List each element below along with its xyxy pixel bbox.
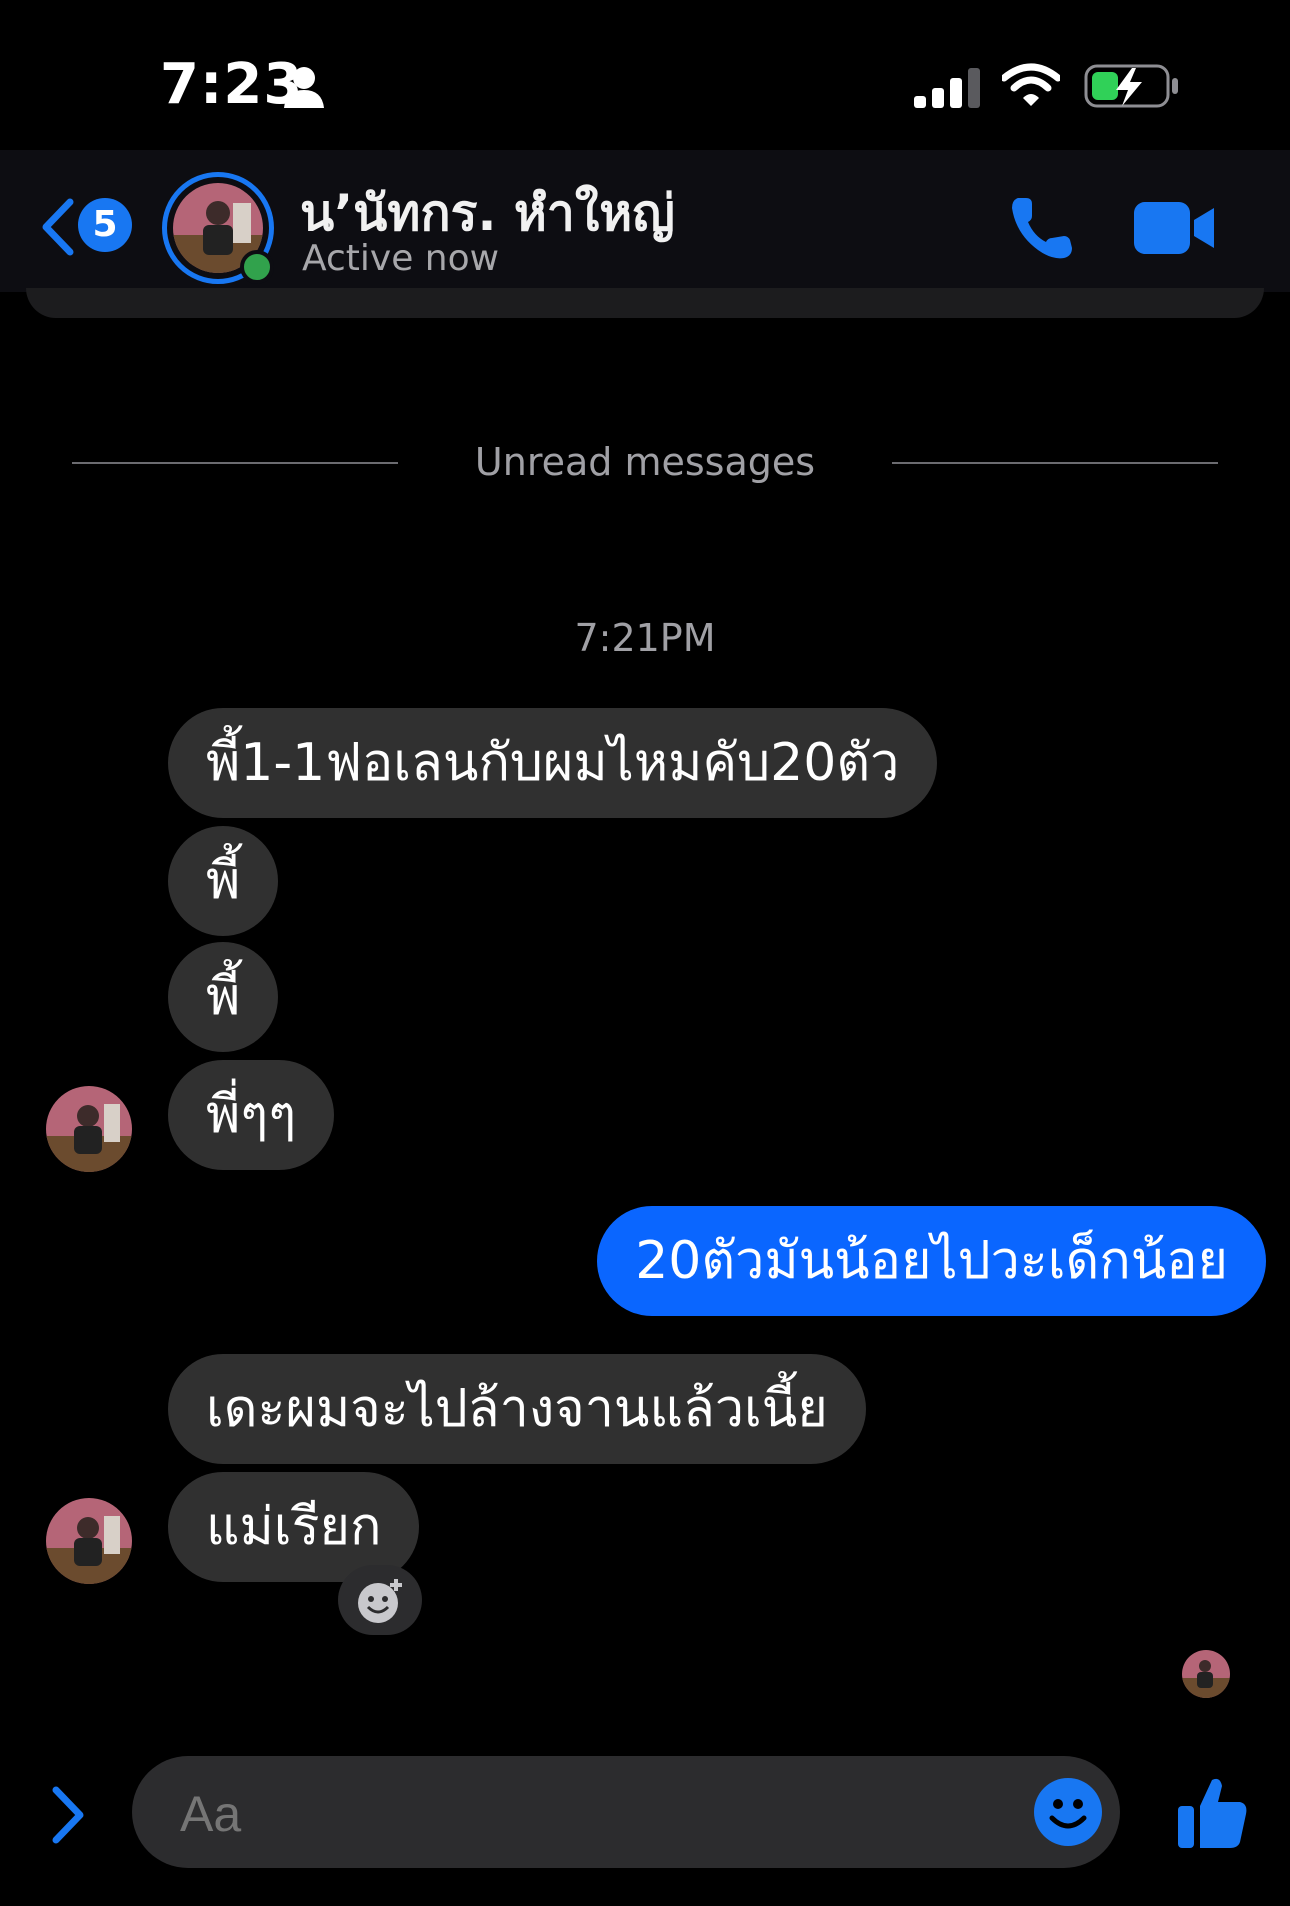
add-reaction-icon xyxy=(358,1579,402,1623)
header-bottom-edge xyxy=(26,288,1264,318)
chevron-left-icon[interactable] xyxy=(38,198,78,256)
status-time: 7:23 xyxy=(160,52,304,117)
incoming-message[interactable]: พี้1-1ฟอเลนกับผมไหมคับ20ตัว xyxy=(168,708,938,818)
seen-receipt-avatar xyxy=(1182,1650,1230,1698)
incoming-message[interactable]: เดะผมจะไปล้างจานแล้วเนี้ย xyxy=(168,1354,866,1464)
chevron-right-icon[interactable] xyxy=(48,1786,88,1844)
thumbs-up-icon[interactable] xyxy=(1176,1774,1248,1850)
incoming-message[interactable]: พี้ xyxy=(168,942,279,1052)
online-indicator xyxy=(240,250,274,284)
active-status: Active now xyxy=(302,238,500,279)
video-camera-icon[interactable] xyxy=(1134,202,1214,254)
sender-avatar[interactable] xyxy=(46,1086,132,1172)
add-reaction-button[interactable] xyxy=(338,1565,422,1635)
battery-charging-icon xyxy=(1084,64,1178,108)
incoming-message[interactable]: พี้ xyxy=(168,826,279,936)
person-icon xyxy=(284,67,324,108)
sender-avatar[interactable] xyxy=(46,1498,132,1584)
phone-icon[interactable] xyxy=(1008,194,1076,262)
wifi-icon xyxy=(1002,63,1060,106)
message-timestamp: 7:21PM xyxy=(574,616,716,660)
outgoing-message[interactable]: 20ตัวมันน้อยไปวะเด็กน้อย xyxy=(597,1206,1266,1316)
cellular-signal-icon xyxy=(914,68,980,108)
emoji-button[interactable] xyxy=(1034,1778,1102,1846)
incoming-message[interactable]: พี่ๆๆ xyxy=(168,1060,335,1170)
unread-count-badge[interactable]: 5 xyxy=(78,198,132,252)
message-input[interactable] xyxy=(178,1784,982,1844)
divider-line-right xyxy=(892,462,1218,464)
smiley-icon xyxy=(1049,1799,1087,1829)
